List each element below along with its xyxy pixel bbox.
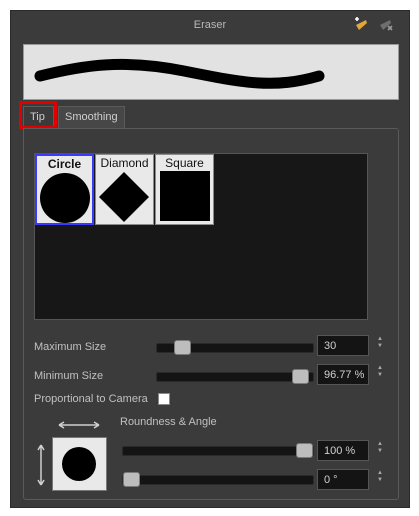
vertical-arrow-icon bbox=[37, 444, 45, 486]
delete-preset-icon[interactable] bbox=[377, 17, 393, 33]
maximum-size-slider[interactable] bbox=[156, 340, 314, 355]
roundness-angle-label: Roundness & Angle bbox=[120, 416, 217, 428]
square-shape-icon bbox=[160, 171, 210, 221]
tip-square-label: Square bbox=[165, 156, 204, 170]
stroke-preview-line bbox=[34, 58, 325, 89]
roundness-field[interactable]: 100 % bbox=[317, 440, 369, 461]
eraser-tool-panel: Eraser Tip Smoothing Circle Diamond Squa… bbox=[10, 10, 410, 508]
add-preset-icon[interactable] bbox=[353, 17, 369, 33]
roundness-slider[interactable] bbox=[122, 443, 314, 458]
maximum-size-spinner[interactable]: ▲ ▼ bbox=[376, 336, 384, 350]
angle-spinner[interactable]: ▲ ▼ bbox=[376, 470, 384, 484]
minimum-size-label: Minimum Size bbox=[34, 370, 104, 382]
proportional-to-camera-checkbox[interactable] bbox=[158, 393, 170, 405]
tip-circle-label: Circle bbox=[47, 157, 82, 171]
roundness-preview bbox=[52, 437, 107, 491]
roundness-slider-thumb[interactable] bbox=[296, 443, 313, 458]
angle-slider[interactable] bbox=[122, 472, 314, 487]
tip-diamond-label: Diamond bbox=[100, 156, 149, 170]
minimum-size-field[interactable]: 96.77 % bbox=[317, 364, 369, 385]
maximum-size-label: Maximum Size bbox=[34, 341, 107, 353]
maximum-size-field[interactable]: 30 bbox=[317, 335, 369, 356]
panel-title: Eraser bbox=[193, 19, 227, 31]
stroke-preview bbox=[23, 44, 399, 100]
tip-diamond[interactable]: Diamond bbox=[95, 154, 154, 225]
roundness-preview-shape bbox=[62, 447, 96, 481]
circle-shape-icon bbox=[40, 173, 90, 223]
minimum-size-spinner[interactable]: ▲ ▼ bbox=[376, 365, 384, 379]
angle-slider-thumb[interactable] bbox=[123, 472, 140, 487]
roundness-spinner[interactable]: ▲ ▼ bbox=[376, 441, 384, 455]
tab-smoothing[interactable]: Smoothing bbox=[58, 106, 125, 128]
tip-tab-content: Circle Diamond Square Maximum Size 30 ▲ ▼… bbox=[23, 128, 399, 500]
diamond-shape-icon bbox=[99, 172, 149, 222]
minimum-size-slider-thumb[interactable] bbox=[291, 369, 309, 384]
tip-circle[interactable]: Circle bbox=[35, 154, 94, 225]
maximum-size-slider-thumb[interactable] bbox=[173, 340, 191, 355]
tab-tip-highlight bbox=[19, 101, 57, 129]
angle-field[interactable]: 0 ° bbox=[317, 469, 369, 490]
proportional-to-camera-label: Proportional to Camera bbox=[34, 393, 148, 405]
minimum-size-slider[interactable] bbox=[156, 369, 314, 384]
tip-square[interactable]: Square bbox=[155, 154, 214, 225]
tip-library: Circle Diamond Square bbox=[34, 153, 368, 320]
horizontal-arrow-icon bbox=[58, 421, 100, 429]
